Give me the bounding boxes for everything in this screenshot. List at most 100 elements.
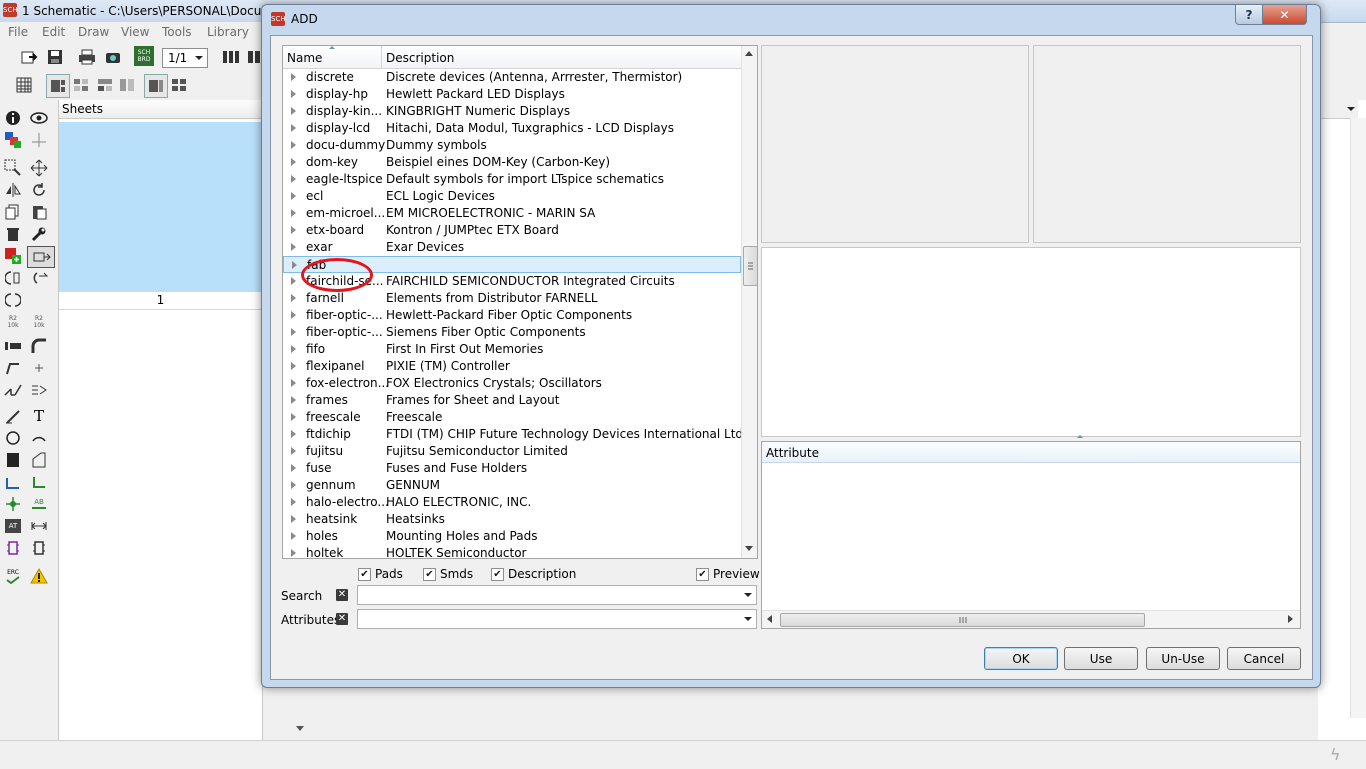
split-wire-icon[interactable] [3,358,23,378]
menu-draw[interactable]: Draw [78,25,109,39]
expand-arrow-icon[interactable] [291,549,296,557]
cam-icon[interactable] [102,46,124,68]
expand-arrow-icon[interactable] [291,311,296,319]
bus-route-icon[interactable] [29,380,49,400]
smash-icon[interactable] [3,336,23,356]
preview-checkbox[interactable]: ✔ Preview [696,567,760,581]
dimension-icon[interactable] [29,516,49,536]
library-row[interactable]: holtek HOLTEK Semiconductor [283,545,741,558]
library-row[interactable]: em-microel... EM MICROELECTRONIC - MARIN … [283,205,741,222]
ok-button[interactable]: OK [984,647,1058,670]
scroll-up-icon[interactable] [745,51,753,56]
display-layers-icon[interactable] [3,130,23,150]
expand-arrow-icon[interactable] [291,447,296,455]
library-tree[interactable]: Name Description discrete Discrete device… [282,45,758,559]
scroll-right-icon[interactable] [1288,615,1293,623]
change-wrench-icon[interactable] [29,224,49,244]
expand-arrow-icon[interactable] [291,413,296,421]
expand-arrow-icon[interactable] [291,396,296,404]
library-row[interactable]: farnell Elements from Distributor FARNELL [283,290,741,307]
expand-arrow-icon[interactable] [291,345,296,353]
copy-icon[interactable] [3,202,23,222]
sheets-scrollbar[interactable] [290,680,318,740]
page-selector[interactable]: 1/1 [162,48,208,68]
mirror-icon[interactable] [3,180,23,200]
layout-f-icon[interactable] [168,74,190,96]
frame-icon[interactable] [3,538,23,558]
expand-arrow-icon[interactable] [291,481,296,489]
attribute-horizontal-scrollbar[interactable] [762,610,1300,628]
library-row[interactable]: docu-dummy Dummy symbols [283,137,741,154]
tree-vertical-scrollbar[interactable] [741,46,757,558]
search-input[interactable] [357,585,757,605]
mark-icon[interactable] [29,130,49,150]
expand-arrow-icon[interactable] [291,90,296,98]
library-row[interactable]: ecl ECL Logic Devices [283,188,741,205]
name-icon[interactable]: R2 10k [3,312,23,332]
expand-arrow-icon[interactable] [291,107,296,115]
polygon-icon[interactable] [29,450,49,470]
print-icon[interactable] [76,46,98,68]
attribute-header[interactable]: Attribute [762,442,1300,463]
expand-arrow-icon[interactable] [291,141,296,149]
unuse-button[interactable]: Un-Use [1146,647,1220,670]
value-icon[interactable]: R2 10k [29,312,49,332]
grid-icon[interactable] [14,74,36,96]
rectangle-icon[interactable] [3,450,23,470]
show-icon[interactable] [29,108,49,128]
library-row[interactable]: exar Exar Devices [283,239,741,256]
scroll-down-icon[interactable] [296,726,304,731]
expand-arrow-icon[interactable] [291,226,296,234]
rotate-icon[interactable] [29,180,49,200]
column-description[interactable]: Description [386,51,454,65]
library-row[interactable]: display-kin... KINGBRIGHT Numeric Display… [283,103,741,120]
library-row[interactable]: fiber-optic-... Siemens Fiber Optic Compo… [283,324,741,341]
splitter-icon[interactable] [1077,435,1083,438]
cancel-button[interactable]: Cancel [1227,647,1301,670]
menu-file[interactable]: File [8,25,28,39]
module-icon[interactable] [29,538,49,558]
use-button[interactable]: Use [1064,647,1138,670]
column-name[interactable]: Name [283,46,382,68]
expand-arrow-icon[interactable] [291,328,296,336]
expand-arrow-icon[interactable] [291,294,296,302]
attribute-icon[interactable]: AT [5,519,21,533]
split-icon[interactable] [3,290,23,310]
menu-edit[interactable]: Edit [42,25,65,39]
wire-icon[interactable] [3,406,23,426]
expand-arrow-icon[interactable] [291,124,296,132]
library-row[interactable]: holes Mounting Holes and Pads [283,528,741,545]
pads-checkbox[interactable]: ✔ Pads [358,567,403,581]
optimize-icon[interactable] [3,380,23,400]
schematic-canvas[interactable] [1318,100,1366,740]
group-icon[interactable] [3,158,23,178]
expand-arrow-icon[interactable] [291,73,296,81]
library-row[interactable]: etx-board Kontron / JUMPtec ETX Board [283,222,741,239]
paste-icon[interactable] [29,202,49,222]
open-icon[interactable] [18,46,40,68]
chevron-down-icon[interactable] [1347,107,1355,111]
expand-arrow-icon[interactable] [291,532,296,540]
add-part-icon[interactable] [3,246,23,266]
help-button[interactable]: ? [1235,5,1263,25]
library-row[interactable]: eagle-ltspice Default symbols for import … [283,171,741,188]
smds-checkbox[interactable]: ✔ Smds [423,567,473,581]
net-icon[interactable] [3,472,23,492]
expand-arrow-icon[interactable] [291,379,296,387]
library-row[interactable]: halo-electro... HALO ELECTRONIC, INC. [283,494,741,511]
delete-icon[interactable] [3,224,23,244]
replace-icon[interactable] [27,246,55,268]
miter-icon[interactable] [29,336,49,356]
save-icon[interactable] [44,46,66,68]
label-icon[interactable]: AB [29,494,49,514]
move-icon[interactable] [29,158,49,178]
library-row[interactable]: flexipanel PIXIE (TM) Controller [283,358,741,375]
info-icon[interactable] [3,108,23,128]
expand-arrow-icon[interactable] [291,158,296,166]
clear-attributes-icon[interactable]: ✕ [336,613,348,625]
clear-search-icon[interactable]: ✕ [336,589,348,601]
chevron-down-icon[interactable] [744,593,752,597]
layout-e-icon[interactable] [144,74,168,98]
library-row[interactable]: fuse Fuses and Fuse Holders [283,460,741,477]
expand-arrow-icon[interactable] [291,362,296,370]
